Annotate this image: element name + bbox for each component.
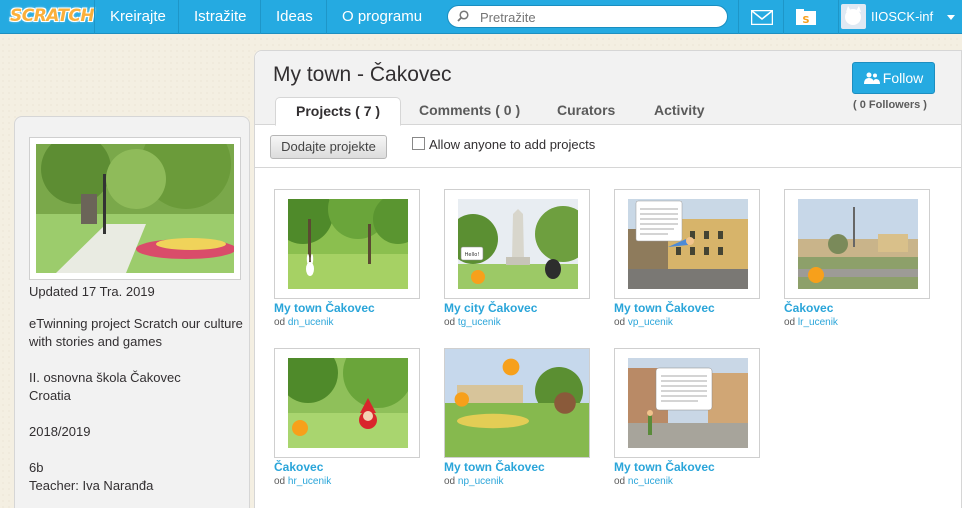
search-box[interactable] (447, 5, 728, 28)
project-card[interactable]: My town Čakovec od dn_ucenik (274, 189, 422, 328)
description-line: Teacher: Iva Naranđa (29, 478, 154, 493)
description-line: with stories and games (29, 334, 162, 349)
tab-projects[interactable]: Projects ( 7 ) (275, 97, 402, 126)
author-link[interactable]: hr_ucenik (288, 476, 331, 487)
user-add-icon (863, 72, 880, 84)
add-projects-button[interactable]: Dodajte projekte (270, 135, 387, 159)
project-title[interactable]: My town Čakovec (274, 301, 422, 316)
project-title[interactable]: My town Čakovec (444, 460, 592, 475)
search-input[interactable] (480, 8, 720, 26)
project-card[interactable]: Čakovec od hr_ucenik (274, 348, 422, 487)
project-author: od tg_ucenik (444, 317, 501, 328)
project-title[interactable]: Čakovec (274, 460, 422, 475)
author-link[interactable]: lr_ucenik (798, 317, 838, 328)
avatar (841, 4, 866, 29)
description-line: II. osnovna škola Čakovec (29, 370, 181, 385)
project-card[interactable]: Hello! My city Čakovec od tg_ucenik (444, 189, 592, 328)
project-title[interactable]: Čakovec (784, 301, 932, 316)
messages-button[interactable] (738, 0, 783, 34)
studio-header: My town - Čakovec Projects ( 7 ) Comment… (255, 51, 961, 126)
followers-count: ( 0 Followers ) (853, 99, 927, 111)
search-icon (457, 10, 469, 22)
description-line: 6b (29, 460, 44, 475)
project-thumbnail[interactable] (444, 348, 590, 458)
studio-main-panel: My town - Čakovec Projects ( 7 ) Comment… (254, 50, 962, 508)
project-thumbnail[interactable]: Hello! (444, 189, 590, 299)
projects-toolbar: Dodajte projekte Allow anyone to add pro… (255, 126, 961, 168)
tab-comments[interactable]: Comments ( 0 ) (399, 97, 540, 125)
envelope-icon (751, 10, 773, 25)
project-thumbnail[interactable] (274, 189, 420, 299)
nav-about[interactable]: O programu (326, 0, 437, 34)
project-title[interactable]: My town Čakovec (614, 301, 762, 316)
author-link[interactable]: dn_ucenik (288, 317, 334, 328)
follow-label: Follow (882, 70, 924, 86)
project-author: od lr_ucenik (784, 317, 838, 328)
project-card[interactable]: My town Čakovec od vp_ucenik (614, 189, 762, 328)
tab-curators[interactable]: Curators (537, 97, 635, 125)
project-card[interactable]: My town Čakovec od np_ucenik (444, 348, 592, 487)
allow-anyone-checkbox[interactable] (412, 137, 425, 150)
speech-bubble: Hello! (465, 252, 480, 258)
my-stuff-button[interactable]: S (783, 0, 828, 34)
project-author: od np_ucenik (444, 476, 504, 487)
folder-icon: S (796, 9, 816, 26)
scratch-logo[interactable]: SCRATCH (10, 3, 95, 30)
project-thumbnail[interactable] (784, 189, 930, 299)
project-thumbnail[interactable] (614, 348, 760, 458)
description-line: 2018/2019 (29, 424, 91, 439)
author-link[interactable]: np_ucenik (458, 476, 504, 487)
project-author: od nc_ucenik (614, 476, 673, 487)
updated-date: Updated 17 Tra. 2019 (29, 284, 155, 299)
tab-activity[interactable]: Activity (634, 97, 725, 125)
studio-thumbnail (29, 137, 241, 280)
description-line: Croatia (29, 388, 71, 403)
project-thumbnail[interactable] (274, 348, 420, 458)
project-card[interactable]: My town Čakovec od nc_ucenik (614, 348, 762, 487)
author-link[interactable]: vp_ucenik (628, 317, 673, 328)
user-menu[interactable]: IIOSCK-inf (838, 0, 962, 34)
project-author: od hr_ucenik (274, 476, 332, 487)
top-nav: SCRATCH Kreirajte Istražite Ideas O prog… (0, 0, 962, 34)
allow-anyone-label: Allow anyone to add projects (429, 137, 596, 152)
follow-button[interactable]: Follow (852, 62, 935, 94)
project-title[interactable]: My city Čakovec (444, 301, 592, 316)
chevron-down-icon (947, 15, 955, 20)
project-author: od vp_ucenik (614, 317, 673, 328)
nav-create[interactable]: Kreirajte (94, 0, 181, 34)
description-line: eTwinning project Scratch our culture (29, 316, 243, 331)
author-link[interactable]: tg_ucenik (458, 317, 501, 328)
project-author: od dn_ucenik (274, 317, 334, 328)
author-link[interactable]: nc_ucenik (628, 476, 673, 487)
page-title: My town - Čakovec (273, 63, 452, 86)
nav-explore[interactable]: Istražite (178, 0, 262, 34)
username: IIOSCK-inf (871, 9, 934, 24)
studio-info-panel: Updated 17 Tra. 2019 eTwinning project S… (14, 116, 250, 508)
project-thumbnail[interactable] (614, 189, 760, 299)
project-card[interactable]: Čakovec od lr_ucenik (784, 189, 932, 328)
project-title[interactable]: My town Čakovec (614, 460, 762, 475)
nav-ideas[interactable]: Ideas (260, 0, 328, 34)
svg-text:S: S (802, 15, 809, 26)
